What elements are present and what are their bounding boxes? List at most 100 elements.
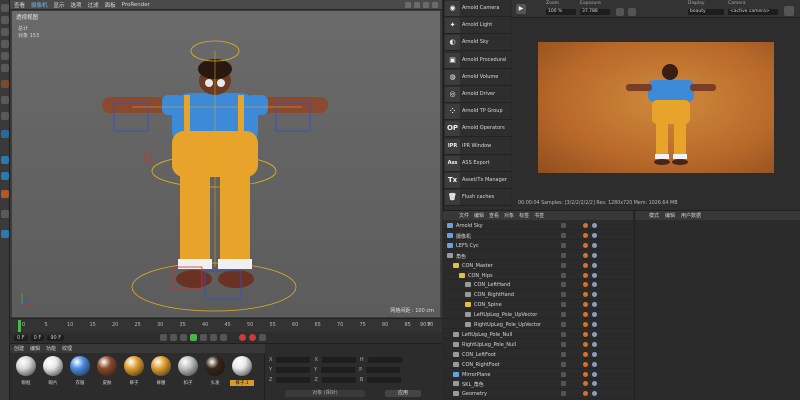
tag-icon[interactable] [583,242,588,248]
tag-icon[interactable] [583,272,588,278]
tag-icon[interactable] [592,381,597,387]
object-manager-menu-item[interactable]: 文件 [459,212,469,219]
playhead[interactable] [18,320,21,332]
visibility-toggle-icon[interactable] [561,381,566,387]
object-manager-menu-item[interactable]: 对象 [504,212,514,219]
visibility-toggle-icon[interactable] [561,262,566,268]
edges-mode-icon[interactable] [1,52,9,60]
object-row[interactable]: CON_Hips [443,271,633,280]
tag-icon[interactable] [583,262,588,268]
object-row[interactable]: Arnold Sky [443,221,633,231]
coordinate-field[interactable] [321,377,356,383]
visibility-toggle-icon[interactable] [561,312,566,318]
tag-icon[interactable] [592,391,597,397]
object-row[interactable]: LeftUpLeg_Pole_UpVector [443,310,633,320]
tag-icon[interactable] [592,351,597,357]
coordinate-field[interactable] [367,357,402,363]
material-menu-item[interactable]: 编辑 [30,345,40,352]
material-swatch[interactable]: 头发 [203,356,227,390]
object-row[interactable]: LeftUpLeg_Pole_Null [443,330,633,340]
undo-icon[interactable] [1,4,9,12]
object-row[interactable]: RightUpLeg_Pole_UpVector [443,320,633,330]
object-row[interactable]: LEFS Cyc [443,241,633,251]
points-mode-icon[interactable] [1,40,9,48]
visibility-toggle-icon[interactable] [561,232,566,238]
display-dropdown[interactable]: beauty [688,9,724,15]
coordinate-field[interactable] [366,367,401,373]
timeline[interactable]: 0 5 10 15 20 25 30 35 40 45 50 55 60 65 70 75 80 85 90 90 F [10,318,442,332]
arnold-menu-item[interactable]: ◍ Arnold Volume [444,69,512,86]
arnold-menu-item[interactable]: 🗑 Flush caches [444,189,512,207]
zoom-field[interactable]: 100 % [546,9,576,15]
exposure-field[interactable]: 37.788 [580,9,610,15]
viewport-menu-item[interactable]: 查看 [14,1,25,9]
coordinate-field[interactable] [276,357,311,363]
object-row[interactable]: RightUpLeg_Pole_Null [443,340,633,350]
visibility-toggle-icon[interactable] [561,223,566,228]
tag-icon[interactable] [583,331,588,337]
tag-icon[interactable] [592,242,597,248]
viewport-menu-item[interactable]: 过滤 [88,1,99,9]
arnold-menu-item[interactable]: Ass ASS Export [444,155,512,172]
tag-icon[interactable] [583,381,588,387]
python-icon[interactable] [1,210,9,218]
zoom-view-icon[interactable] [423,2,429,8]
coordinate-field[interactable] [276,367,311,373]
tag-icon[interactable] [592,361,597,367]
object-row[interactable]: CON_Master [443,261,633,270]
visibility-toggle-icon[interactable] [561,361,566,367]
settings-icon[interactable] [784,6,794,16]
snap-icon[interactable] [1,80,9,88]
min-frame-field[interactable]: 0 F [30,334,45,341]
object-row[interactable]: MirrorPlane [443,370,633,379]
current-frame-field[interactable]: 0 F [14,334,28,341]
visibility-toggle-icon[interactable] [561,282,566,288]
go-start-button[interactable] [160,334,168,341]
material-swatch[interactable]: 扣子 [176,356,200,390]
object-row[interactable]: CON_Spine [443,300,633,310]
texture-mode-icon[interactable] [1,28,9,36]
coordinate-field[interactable] [367,377,402,383]
object-row[interactable]: CON_RightFoot [443,360,633,369]
visibility-toggle-icon[interactable] [561,292,566,298]
material-swatch[interactable]: 裤腰 [149,356,173,390]
coordinate-field[interactable] [321,367,356,373]
tag-icon[interactable] [583,302,588,308]
tag-icon[interactable] [592,331,597,337]
tag-icon[interactable] [592,312,597,318]
viewport-menu-item[interactable]: 面板 [105,1,116,9]
script-icon[interactable] [1,230,9,238]
object-row[interactable]: CON_LeftFoot [443,350,633,360]
attribute-menu-item[interactable]: 用户数据 [681,212,701,219]
material-menu-item[interactable]: 创建 [14,345,24,352]
next-frame-button[interactable] [200,334,208,341]
object-row[interactable]: CON_LeftHand [443,280,633,290]
visibility-toggle-icon[interactable] [561,242,566,248]
attribute-menu-item[interactable]: 模式 [649,212,659,219]
viewport-menu-item[interactable]: 显示 [54,1,65,9]
material-menu-item[interactable]: 纹理 [62,345,72,352]
visibility-toggle-icon[interactable] [561,341,566,347]
layer-icon[interactable] [1,130,9,138]
workplane-icon[interactable] [1,156,9,164]
arnold-menu-item[interactable]: IPR IPR Window [444,138,512,155]
render-icon[interactable] [1,190,9,198]
material-swatch[interactable]: 皮肤 [95,356,119,390]
tag-icon[interactable] [592,282,597,288]
material-menu-item[interactable]: 功能 [46,345,56,352]
object-row[interactable]: 摄像机 [443,231,633,241]
autokey-button[interactable] [249,334,257,341]
perspective-viewport[interactable]: 透视视图 总计 对象 153 网格间距 : 100 cm [12,11,440,317]
tag-icon[interactable] [592,262,597,268]
tag-icon[interactable] [583,322,588,327]
tag-icon[interactable] [592,292,597,298]
tag-icon[interactable] [592,223,597,228]
tag-icon[interactable] [583,232,588,238]
tag-icon[interactable] [583,391,588,397]
arnold-menu-item[interactable]: ◉ Arnold Camera [444,0,512,17]
keyframe-selection-button[interactable] [259,334,267,341]
axis-icon[interactable] [1,96,9,104]
object-row[interactable]: SKL_角色 [443,379,633,389]
polygons-mode-icon[interactable] [1,64,9,72]
play-button[interactable] [190,334,198,341]
